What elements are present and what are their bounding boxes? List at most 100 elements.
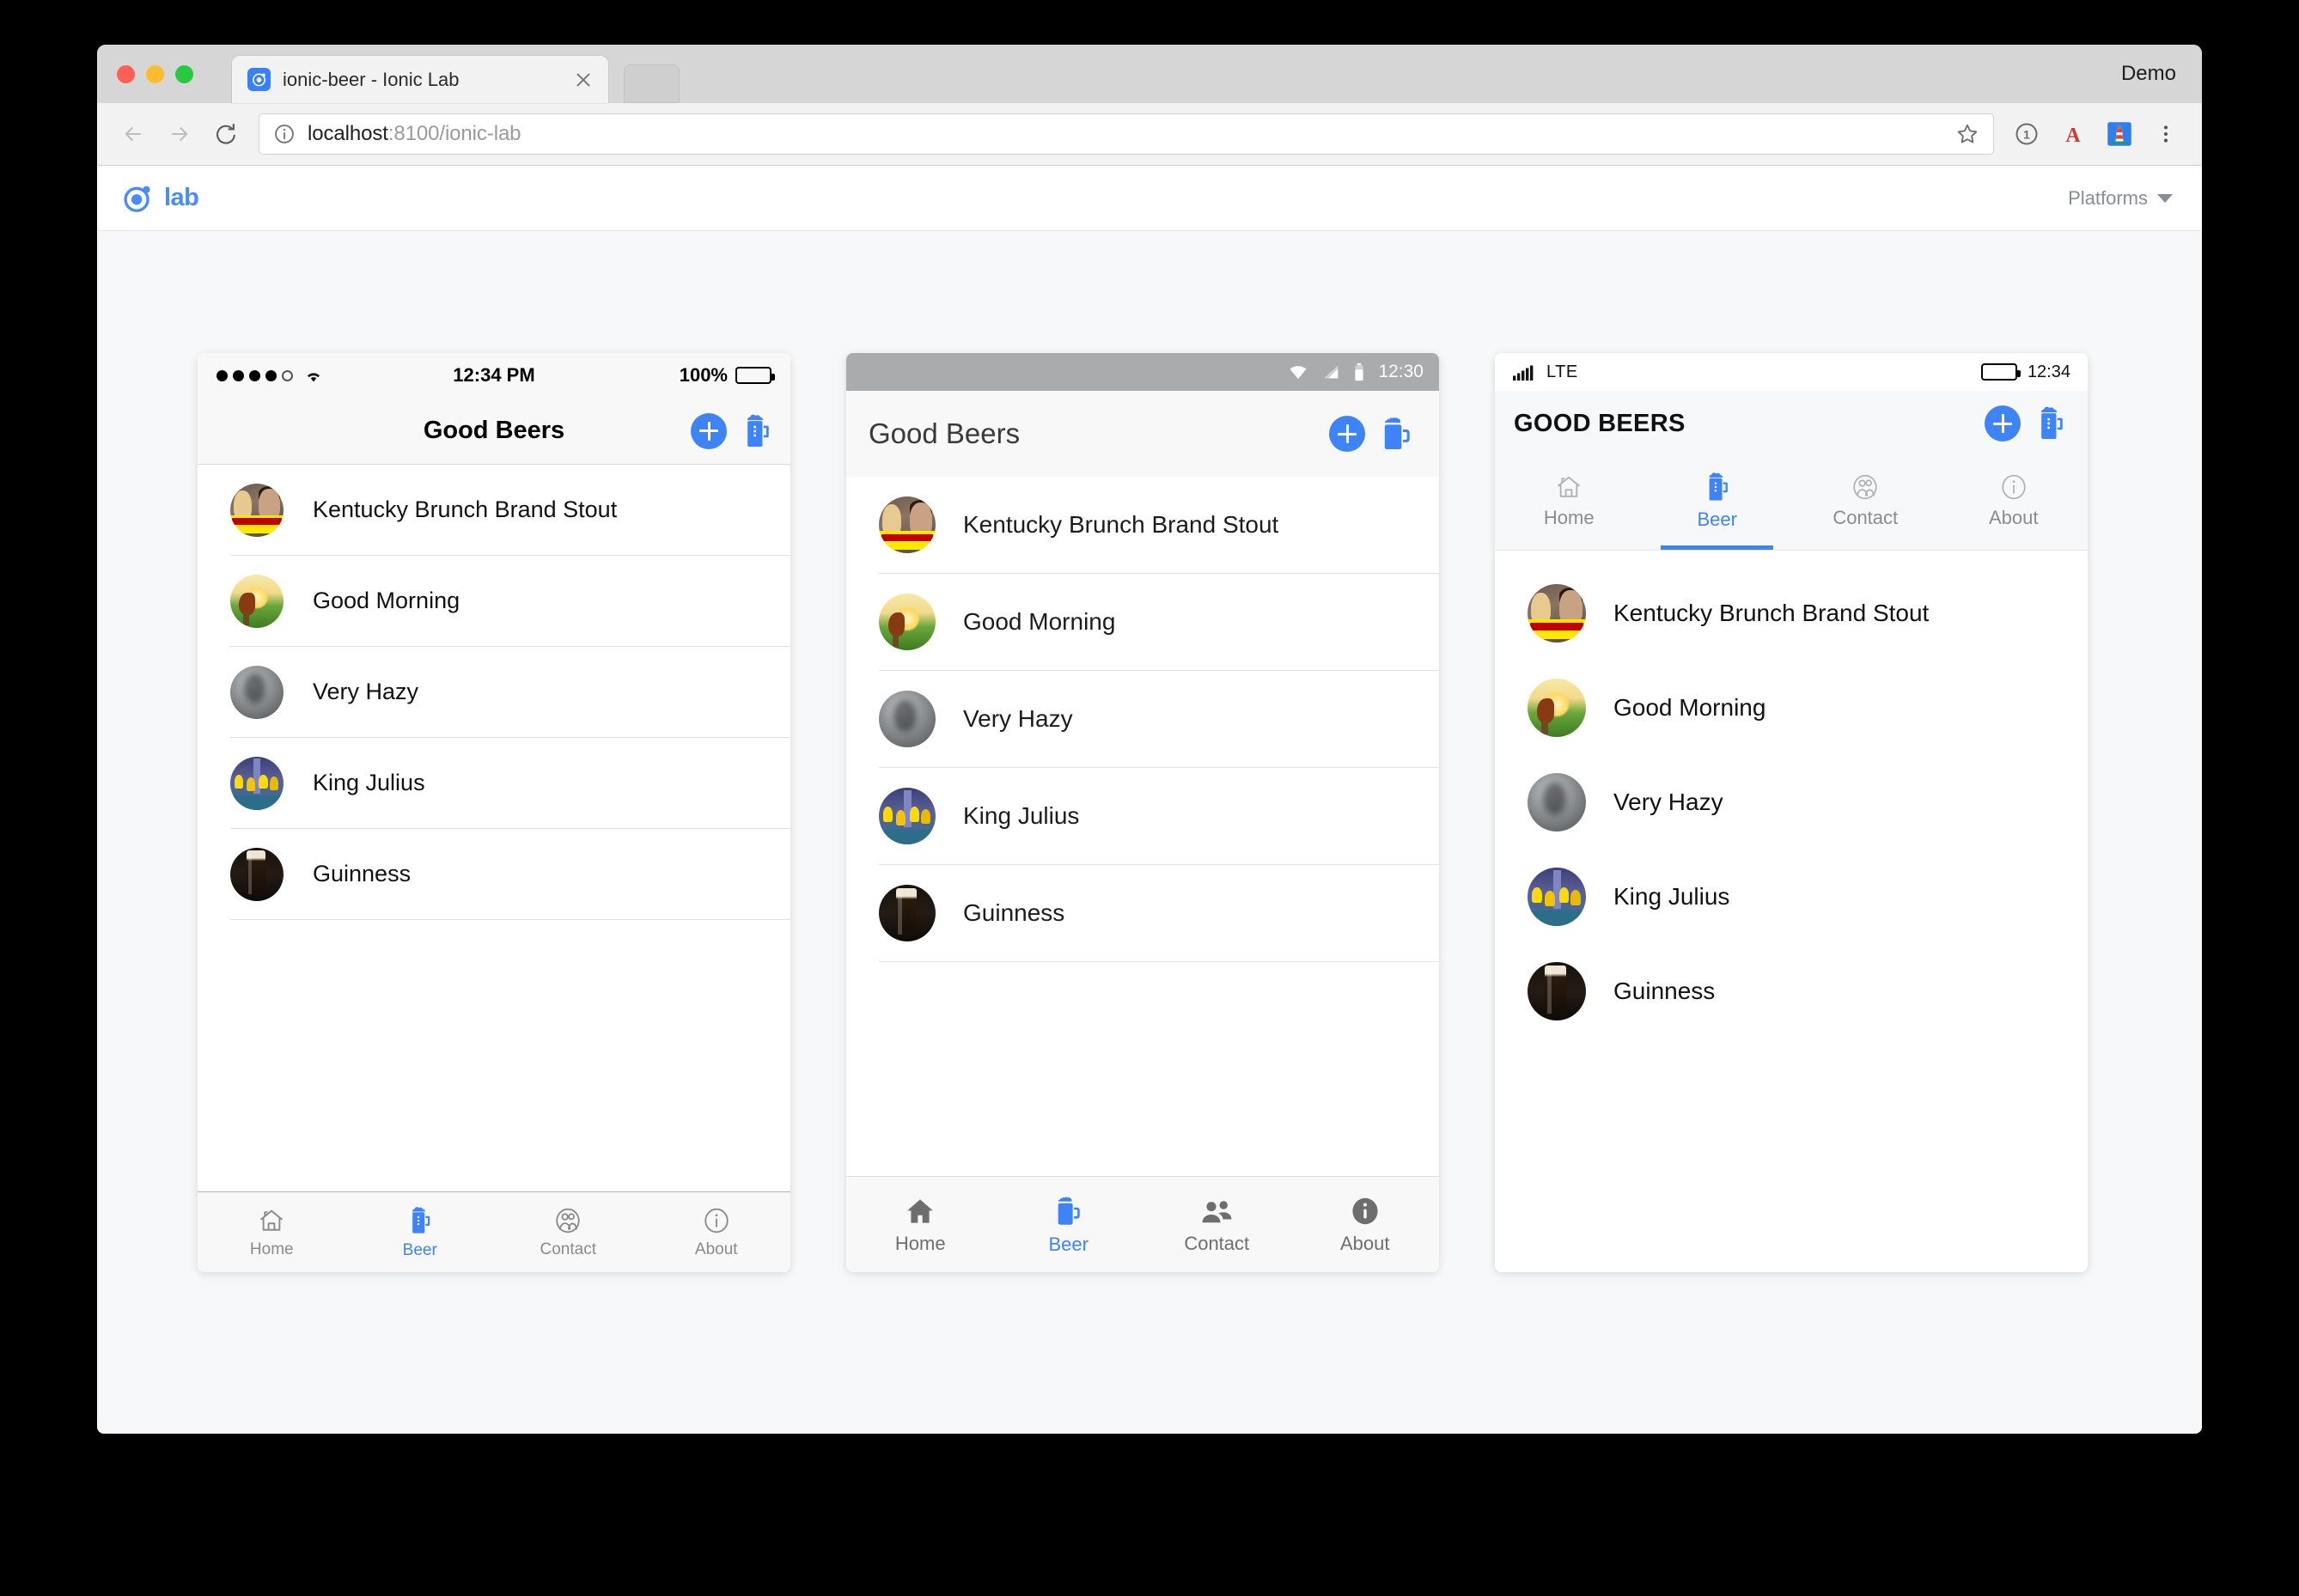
list-item[interactable]: Very Hazy bbox=[879, 671, 1439, 768]
android-status-time: 12:30 bbox=[1378, 362, 1424, 381]
tabbar-android: Home Beer Contact About bbox=[846, 1176, 1439, 1272]
avatar bbox=[879, 594, 936, 650]
tab-home[interactable]: Home bbox=[198, 1206, 346, 1259]
beer-name: Kentucky Brunch Brand Stout bbox=[313, 496, 618, 522]
svg-text:A: A bbox=[2065, 125, 2080, 147]
tab-beer[interactable]: Beer bbox=[346, 1205, 495, 1260]
battery-icon bbox=[1353, 362, 1365, 381]
device-preview-area: 12:34 PM 100% Good Beers Kentucky Brunch… bbox=[97, 231, 2202, 1434]
android-status-bar: 12:30 bbox=[846, 353, 1439, 391]
adblock-a-icon[interactable]: A bbox=[2052, 113, 2094, 155]
list-item[interactable]: Guinness bbox=[879, 865, 1439, 962]
beer-name: Kentucky Brunch Brand Stout bbox=[963, 511, 1279, 538]
browser-tab-active[interactable]: ionic-beer - Ionic Lab bbox=[232, 56, 608, 103]
beer-name: King Julius bbox=[1613, 883, 1730, 910]
beer-name: Guinness bbox=[963, 899, 1065, 926]
list-item[interactable]: Kentucky Brunch Brand Stout bbox=[1528, 566, 2088, 661]
tab-about[interactable]: About bbox=[643, 1206, 791, 1259]
tab-about[interactable]: About bbox=[1940, 456, 2089, 550]
list-item[interactable]: Good Morning bbox=[1528, 661, 2088, 755]
info-circle-icon[interactable] bbox=[273, 123, 296, 145]
tab-beer[interactable]: Beer bbox=[995, 1194, 1143, 1256]
list-item[interactable]: Very Hazy bbox=[230, 647, 790, 738]
ios-status-left bbox=[216, 368, 324, 383]
avatar bbox=[879, 885, 936, 941]
beer-mug-icon[interactable] bbox=[2033, 405, 2069, 442]
network-type-label: LTE bbox=[1546, 362, 1578, 381]
list-item[interactable]: Guinness bbox=[1528, 944, 2088, 1039]
ionic-favicon bbox=[247, 68, 271, 91]
beer-list-android[interactable]: Kentucky Brunch Brand Stout Good Morning… bbox=[846, 477, 1439, 1176]
list-item[interactable]: Guinness bbox=[230, 829, 790, 920]
kebab-menu-icon[interactable] bbox=[2145, 113, 2186, 155]
avatar bbox=[230, 574, 284, 628]
beer-mug-icon[interactable] bbox=[1377, 414, 1417, 454]
page-title: Good Beers bbox=[869, 417, 1021, 449]
avatar bbox=[1528, 584, 1586, 643]
list-item[interactable]: King Julius bbox=[230, 738, 790, 829]
windows-navbar-actions bbox=[1985, 405, 2069, 442]
tab-home[interactable]: Home bbox=[1495, 456, 1643, 550]
tabbar-windows: Home Beer Contact About bbox=[1495, 456, 2088, 551]
tab-contact[interactable]: Contact bbox=[494, 1206, 643, 1259]
tab-beer[interactable]: Beer bbox=[1643, 456, 1792, 550]
list-item[interactable]: King Julius bbox=[879, 768, 1439, 865]
list-item[interactable]: King Julius bbox=[1528, 850, 2088, 944]
browser-tab-inactive[interactable] bbox=[624, 64, 680, 103]
star-icon[interactable] bbox=[1955, 122, 1979, 146]
address-bar[interactable]: localhost:8100/ionic-lab bbox=[259, 113, 1994, 155]
onepassword-icon[interactable]: 1 bbox=[2006, 113, 2047, 155]
platforms-dropdown[interactable]: Platforms bbox=[2068, 187, 2173, 210]
beer-mug-icon[interactable] bbox=[739, 412, 775, 450]
tab-label: About bbox=[694, 1240, 738, 1258]
tab-contact[interactable]: Contact bbox=[1143, 1195, 1291, 1255]
ios-navbar-actions bbox=[691, 412, 775, 450]
ionic-logo-icon bbox=[121, 182, 154, 215]
add-icon[interactable] bbox=[691, 412, 727, 449]
beer-name: Guinness bbox=[1613, 978, 1716, 1004]
browser-tab-title: ionic-beer - Ionic Lab bbox=[283, 68, 460, 90]
url-host: localhost bbox=[308, 122, 388, 145]
list-item[interactable]: Good Morning bbox=[230, 556, 790, 647]
beer-name: Good Morning bbox=[1613, 694, 1766, 721]
tab-label: About bbox=[1340, 1232, 1390, 1254]
minimize-window-button[interactable] bbox=[146, 65, 164, 83]
profile-label[interactable]: Demo bbox=[2121, 62, 2176, 86]
beer-list-ios[interactable]: Kentucky Brunch Brand Stout Good Morning… bbox=[198, 465, 790, 1191]
ios-battery-percent: 100% bbox=[679, 364, 728, 386]
beer-name: Very Hazy bbox=[313, 679, 419, 704]
ionic-lab-header: lab Platforms bbox=[97, 166, 2202, 231]
list-item[interactable]: Good Morning bbox=[879, 574, 1439, 671]
lighthouse-icon[interactable] bbox=[2099, 113, 2140, 155]
forward-arrow-icon[interactable] bbox=[159, 113, 200, 155]
tab-about[interactable]: About bbox=[1291, 1195, 1440, 1255]
ios-status-bar: 12:34 PM 100% bbox=[198, 353, 790, 398]
tab-label: Beer bbox=[1697, 508, 1737, 530]
beer-list-windows[interactable]: Kentucky Brunch Brand Stout Good Morning… bbox=[1495, 551, 2088, 1272]
list-item[interactable]: Kentucky Brunch Brand Stout bbox=[879, 477, 1439, 574]
beer-name: Very Hazy bbox=[963, 705, 1073, 732]
add-icon[interactable] bbox=[1329, 416, 1365, 452]
device-preview-windows: LTE 12:34 GOOD BEERS Home Beer Contact A… bbox=[1495, 353, 2088, 1272]
tab-home[interactable]: Home bbox=[846, 1195, 995, 1255]
avatar bbox=[879, 788, 936, 844]
browser-tabstrip: ionic-beer - Ionic Lab Demo bbox=[97, 45, 2202, 103]
back-arrow-icon[interactable] bbox=[113, 113, 154, 155]
beer-name: Guinness bbox=[313, 861, 412, 886]
close-icon[interactable] bbox=[572, 69, 595, 91]
avatar bbox=[230, 847, 284, 901]
list-item[interactable]: Very Hazy bbox=[1528, 755, 2088, 850]
list-item[interactable]: Kentucky Brunch Brand Stout bbox=[230, 465, 790, 556]
add-icon[interactable] bbox=[1985, 405, 2021, 442]
device-preview-android: 12:30 Good Beers Kentucky Brunch Brand S… bbox=[846, 353, 1439, 1272]
ionic-lab-brand[interactable]: lab bbox=[121, 182, 199, 215]
svg-text:1: 1 bbox=[2023, 129, 2030, 142]
active-tab-indicator bbox=[1661, 545, 1774, 550]
reload-icon[interactable] bbox=[205, 113, 247, 155]
maximize-window-button[interactable] bbox=[175, 65, 193, 83]
page-title: GOOD BEERS bbox=[1514, 409, 1686, 437]
close-window-button[interactable] bbox=[117, 65, 135, 83]
tab-contact[interactable]: Contact bbox=[1791, 456, 1940, 550]
tab-label: Beer bbox=[1048, 1233, 1089, 1255]
windows-status-bar: LTE 12:34 bbox=[1495, 353, 2088, 391]
